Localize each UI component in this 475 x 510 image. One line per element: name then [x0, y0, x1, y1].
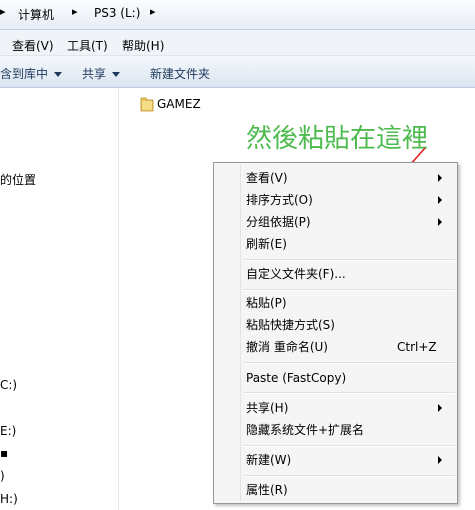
menu-item-paste-shortcut[interactable]: 粘贴快捷方式(S) [246, 314, 335, 336]
menu-tools[interactable]: 工具(T) [67, 37, 108, 54]
menu-item-group-by[interactable]: 分组依据(P) [246, 211, 311, 233]
nav-item-fragment[interactable]: ▪ [0, 446, 8, 460]
file-name: GAMEZ [157, 97, 201, 111]
menu-item-properties[interactable]: 属性(R) [246, 479, 288, 501]
menu-item-share[interactable]: 共享(H) [246, 397, 288, 419]
navigation-pane[interactable]: 的位置 C:) E:) ▪ ) H:) [0, 88, 119, 510]
address-bar[interactable]: ▸ 计算机 ▸ PS3 (L:) ▸ [0, 0, 475, 30]
menu-item-refresh[interactable]: 刷新(E) [246, 233, 287, 255]
menu-item-paste-fastcopy[interactable]: Paste (FastCopy) [246, 367, 346, 389]
menu-separator [243, 445, 455, 447]
chevron-right-icon[interactable]: ▸ [72, 5, 78, 18]
menu-separator [243, 259, 455, 261]
submenu-arrow-icon [438, 404, 442, 412]
share-button[interactable]: 共享 [82, 65, 121, 82]
include-in-library-label: 含到库中 [0, 67, 49, 81]
menu-item-sort-by[interactable]: 排序方式(O) [246, 189, 313, 211]
dropdown-caret-icon [54, 72, 63, 77]
menu-separator [243, 392, 455, 394]
command-bar: 含到库中 共享 新建文件夹 [0, 56, 475, 88]
breadcrumb-ps3-drive[interactable]: PS3 (L:) [94, 6, 140, 20]
submenu-arrow-icon [438, 218, 442, 226]
breadcrumb-computer[interactable]: 计算机 [18, 6, 54, 23]
nav-item-drive-e[interactable]: E:) [0, 424, 16, 438]
new-folder-button[interactable]: 新建文件夹 [150, 65, 210, 82]
chevron-right-icon: ▸ [0, 5, 6, 18]
folder-icon [140, 97, 154, 112]
menu-bar: 查看(V) 工具(T) 帮助(H) [0, 30, 475, 56]
annotation-text: 然後粘貼在這裡 [246, 124, 429, 154]
menu-help[interactable]: 帮助(H) [122, 37, 164, 54]
nav-item-recent-places[interactable]: 的位置 [0, 171, 36, 188]
menu-view[interactable]: 查看(V) [12, 37, 54, 54]
menu-gutter [240, 165, 241, 501]
nav-item-drive-h[interactable]: H:) [0, 492, 18, 506]
menu-shortcut-undo: Ctrl+Z [397, 340, 437, 354]
menu-item-view[interactable]: 查看(V) [246, 167, 288, 189]
dropdown-caret-icon [112, 72, 121, 77]
include-in-library-button[interactable]: 含到库中 [0, 65, 63, 82]
context-menu: 查看(V) 排序方式(O) 分组依据(P) 刷新(E) 自定义文件夹(F)...… [213, 162, 458, 504]
menu-separator [243, 362, 455, 364]
submenu-arrow-icon [438, 196, 442, 204]
menu-separator [243, 289, 455, 291]
submenu-arrow-icon [438, 174, 442, 182]
menu-separator [243, 475, 455, 477]
menu-item-new[interactable]: 新建(W) [246, 449, 291, 471]
chevron-right-icon[interactable]: ▸ [150, 5, 156, 18]
submenu-arrow-icon [438, 456, 442, 464]
menu-item-customize-folder[interactable]: 自定义文件夹(F)... [246, 263, 346, 285]
menu-item-toggle-hidden-files[interactable]: 隐藏系统文件+扩展名 [246, 419, 364, 441]
nav-item-fragment[interactable]: ) [0, 469, 5, 483]
share-label: 共享 [82, 67, 107, 81]
nav-item-drive-c[interactable]: C:) [0, 378, 17, 392]
menu-item-paste[interactable]: 粘贴(P) [246, 292, 287, 314]
menu-item-undo-rename[interactable]: 撤消 重命名(U) [246, 336, 328, 358]
